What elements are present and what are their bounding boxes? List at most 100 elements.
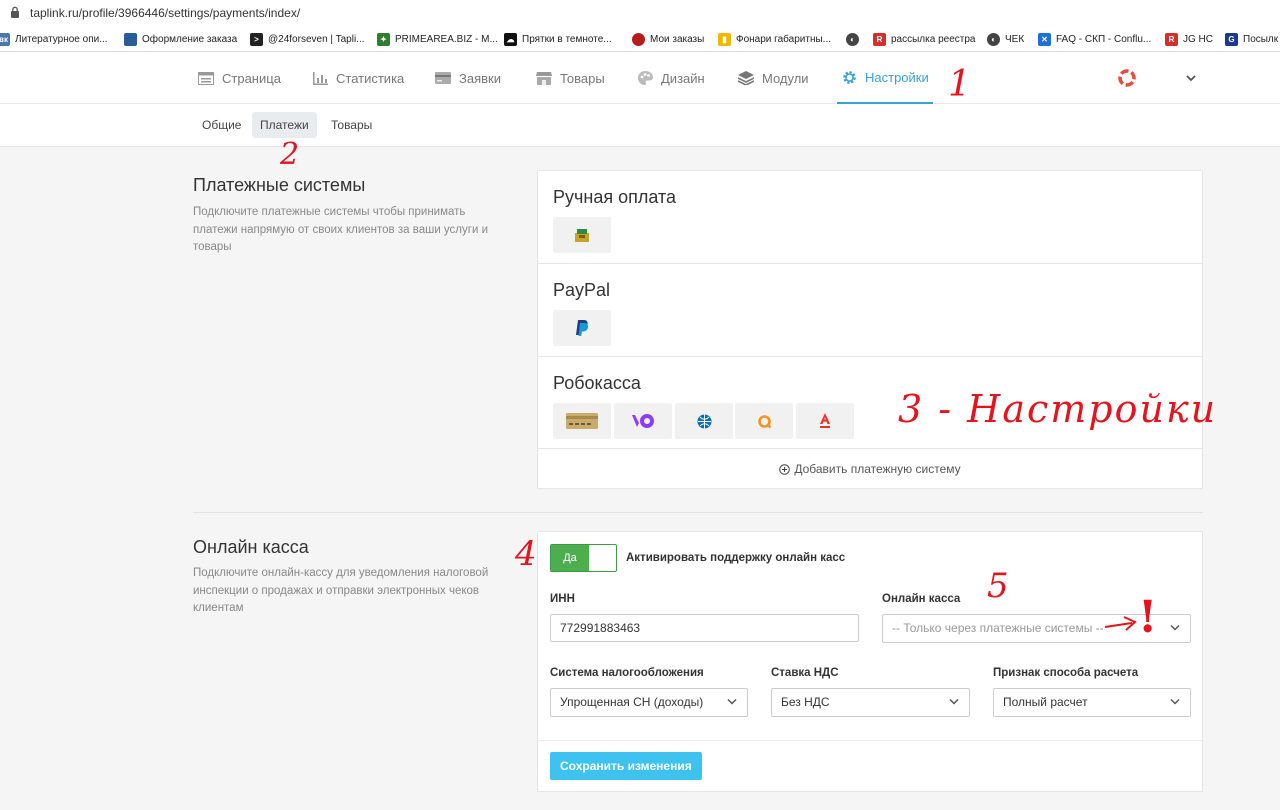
url-text: taplink.ru/profile/3966446/settings/paym… — [30, 6, 301, 20]
lock-icon — [11, 6, 19, 18]
chevron-down-icon — [949, 698, 959, 705]
nav-item-page[interactable]: Страница — [198, 52, 281, 104]
save-changes-button[interactable]: Сохранить изменения — [550, 752, 702, 780]
bookmark-icon: ☁ — [504, 32, 517, 46]
nav-label: Модули — [762, 70, 809, 86]
bookmark-label: FAQ - СКП - Conflu... — [1056, 33, 1152, 45]
webmoney-icon[interactable] — [675, 403, 733, 439]
add-payment-system-label: Добавить платежную систему — [794, 462, 961, 476]
tax-system-select[interactable]: Упрощенная СН (доходы) — [550, 688, 748, 717]
activate-kassa-toggle[interactable]: Да — [550, 544, 617, 572]
online-kassa-card: Да Активировать поддержку онлайн касс ИН… — [537, 531, 1203, 792]
add-payment-system-button[interactable]: Добавить платежную систему — [538, 449, 1202, 489]
plus-circle-icon — [779, 463, 791, 475]
calc-method-label: Признак способа расчета — [993, 667, 1139, 679]
annotation-number-4: 4 — [515, 534, 537, 574]
bookmark-icon: G — [1225, 32, 1238, 46]
bank-card-icon[interactable] — [553, 403, 611, 439]
chevron-down-icon — [1170, 624, 1180, 631]
tab-general[interactable]: Общие — [194, 112, 249, 138]
nav-label: Настройки — [865, 69, 929, 85]
bookmark-item[interactable]: R JG HC — [1165, 31, 1213, 47]
bookmark-label: Посылк — [1243, 33, 1279, 45]
bookmark-item[interactable]: вк Литературное опи... — [0, 31, 108, 47]
tab-payments[interactable]: Платежи — [252, 112, 317, 138]
bookmark-icon: ✦ — [377, 32, 390, 46]
main-nav: Страница Статистика Заявки Товары Дизайн… — [0, 52, 1280, 104]
browser-address-bar[interactable]: taplink.ru/profile/3966446/settings/paym… — [0, 0, 1280, 26]
store-icon — [536, 71, 552, 85]
bookmark-item[interactable]: ▮ Фонари габаритны... — [718, 31, 831, 47]
bookmark-icon — [124, 32, 137, 46]
payment-system-manual[interactable]: Ручная оплата — [538, 171, 1202, 264]
bookmark-icon — [632, 32, 645, 46]
bookmark-label: Мои заказы — [650, 33, 705, 45]
bookmark-item[interactable]: ◐ — [846, 31, 864, 47]
bookmark-item[interactable]: Rрассылка реестра — [873, 31, 975, 47]
inn-input[interactable] — [550, 614, 859, 642]
bookmark-label: JG HC — [1183, 33, 1213, 45]
nav-item-modules[interactable]: Модули — [738, 52, 809, 104]
qiwi-icon[interactable] — [735, 403, 793, 439]
nav-item-design[interactable]: Дизайн — [637, 52, 705, 104]
cash-register-icon[interactable] — [553, 217, 611, 253]
nav-item-settings[interactable]: Настройки — [837, 52, 933, 104]
bookmark-item[interactable]: Мои заказы — [632, 31, 704, 47]
paypal-icon[interactable] — [553, 310, 611, 346]
payments-section-description: Подключите платежные системы чтобы прини… — [193, 206, 489, 253]
calc-method-select[interactable]: Полный расчет — [993, 688, 1191, 717]
bookmark-icon: R — [873, 32, 886, 46]
gear-icon — [841, 70, 857, 84]
bookmark-item[interactable]: ✦ PRIMEAREA.BIZ - M... — [377, 31, 498, 47]
nav-item-requests[interactable]: Заявки — [435, 52, 501, 104]
payment-system-robokassa[interactable]: Робокасса — [538, 357, 1202, 449]
yoomoney-icon[interactable] — [614, 403, 672, 439]
chevron-down-icon — [727, 698, 737, 705]
bookmark-label: ЧЕК — [1005, 33, 1025, 45]
chevron-down-icon — [1170, 698, 1180, 705]
bookmark-item[interactable]: > @24forseven | Tapli... — [250, 31, 365, 47]
kassa-section-description: Подключите онлайн-кассу для уведомления … — [193, 567, 489, 614]
bookmark-item[interactable]: ✕ FAQ - СКП - Conflu... — [1038, 31, 1151, 47]
vat-rate-label: Ставка НДС — [771, 667, 839, 679]
activate-kassa-label: Активировать поддержку онлайн касс — [626, 552, 846, 564]
nav-label: Страница — [222, 70, 281, 86]
bookmark-icon: ◐ — [987, 32, 1000, 46]
online-kassa-select[interactable]: -- Только через платежные системы -- — [882, 614, 1191, 643]
bookmark-icon: вк — [0, 32, 10, 46]
settings-subnav: Общие Платежи Товары — [0, 104, 1280, 147]
bookmark-item[interactable]: G Посылк — [1225, 31, 1278, 47]
payment-system-name: PayPal — [553, 280, 611, 300]
bookmark-icon: > — [250, 32, 263, 46]
nav-label: Заявки — [459, 70, 501, 86]
section-divider — [193, 512, 1203, 513]
layers-icon — [738, 71, 754, 85]
vat-rate-select[interactable]: Без НДС — [771, 688, 970, 717]
bookmark-icon: R — [1165, 32, 1178, 46]
vat-rate-value: Без НДС — [781, 695, 830, 709]
bookmark-item[interactable]: ☁ Прятки в темноте... — [504, 31, 612, 47]
payment-system-paypal[interactable]: PayPal — [538, 264, 1202, 357]
bookmark-label: Литературное опи... — [15, 33, 108, 45]
payment-system-name: Ручная оплата — [553, 187, 677, 207]
requests-icon — [435, 71, 451, 85]
payment-system-name: Робокасса — [553, 373, 641, 393]
bookmark-icon: ▮ — [718, 32, 731, 46]
chevron-down-icon[interactable] — [1186, 75, 1196, 82]
bookmarks-bar: вк Литературное опи... Оформление заказа … — [0, 26, 1280, 52]
tax-system-value: Упрощенная СН (доходы) — [560, 695, 704, 709]
nav-label: Статистика — [336, 70, 405, 86]
online-kassa-label: Онлайн касса — [882, 593, 961, 605]
alfa-bank-icon[interactable] — [796, 403, 854, 439]
tab-products[interactable]: Товары — [323, 112, 380, 138]
bookmark-item[interactable]: ◐ ЧЕК — [987, 31, 1024, 47]
bookmark-item[interactable]: Оформление заказа — [124, 31, 237, 47]
nav-item-products[interactable]: Товары — [536, 52, 605, 104]
online-kassa-placeholder: -- Только через платежные системы -- — [892, 621, 1104, 635]
inn-label: ИНН — [550, 593, 575, 605]
nav-item-statistics[interactable]: Статистика — [312, 52, 404, 104]
lifebuoy-icon[interactable] — [1118, 69, 1136, 87]
bookmark-label: Оформление заказа — [142, 33, 238, 45]
calc-method-value: Полный расчет — [1003, 695, 1088, 709]
tax-system-label: Система налогообложения — [550, 667, 704, 679]
